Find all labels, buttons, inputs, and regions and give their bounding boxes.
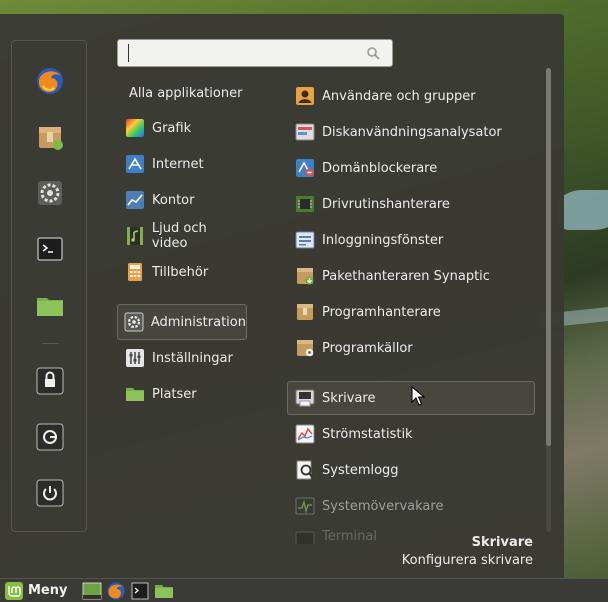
show-desktop-icon[interactable] bbox=[81, 580, 103, 602]
category-graphics[interactable]: Grafik bbox=[117, 111, 247, 145]
category-all-applications[interactable]: Alla applikationer bbox=[129, 86, 242, 101]
app-label: Skrivare bbox=[322, 390, 376, 406]
category-administration[interactable]: Administration bbox=[117, 304, 247, 340]
app-label: Systemlogg bbox=[322, 462, 399, 478]
app-label: Terminal bbox=[322, 529, 377, 544]
app-description-title: Skrivare bbox=[471, 535, 533, 550]
taskbar-firefox-icon[interactable] bbox=[105, 580, 127, 602]
category-label: Administration bbox=[150, 314, 246, 330]
app-label: Programhanterare bbox=[322, 304, 441, 320]
mouse-cursor-icon bbox=[411, 386, 425, 406]
app-disk-usage-analyzer[interactable]: Diskanvändningsanalysator bbox=[287, 115, 535, 149]
app-description-text: Konfigurera skrivare bbox=[401, 553, 533, 568]
login-window-icon bbox=[294, 229, 316, 251]
app-label: Diskanvändningsanalysator bbox=[322, 124, 502, 140]
logout-icon[interactable] bbox=[34, 421, 66, 453]
firefox-icon[interactable] bbox=[34, 65, 66, 97]
system-log-icon bbox=[294, 459, 316, 481]
taskbar: Meny bbox=[0, 578, 608, 602]
settings-icon bbox=[124, 347, 146, 369]
app-login-window[interactable]: Inloggningsfönster bbox=[287, 223, 535, 257]
office-icon bbox=[124, 189, 146, 211]
app-system-log[interactable]: Systemlogg bbox=[287, 453, 535, 487]
internet-icon bbox=[124, 153, 146, 175]
search-box[interactable] bbox=[117, 39, 393, 67]
lock-screen-icon[interactable] bbox=[34, 365, 66, 397]
category-label: Tillbehör bbox=[152, 264, 209, 280]
app-driver-manager[interactable]: Drivrutinshanterare bbox=[287, 187, 535, 221]
accessories-icon bbox=[124, 261, 146, 283]
administration-icon bbox=[124, 311, 145, 333]
app-label: Pakethanteraren Synaptic bbox=[322, 268, 490, 284]
app-power-statistics[interactable]: Strömstatistik bbox=[287, 417, 535, 451]
app-users-and-groups[interactable]: Användare och grupper bbox=[287, 79, 535, 113]
app-label: Drivrutinshanterare bbox=[322, 196, 450, 212]
menu-button[interactable]: Meny bbox=[4, 580, 67, 602]
search-input[interactable] bbox=[128, 44, 358, 62]
category-label: Internet bbox=[152, 156, 204, 172]
terminal-icon[interactable] bbox=[34, 233, 66, 265]
favorites-separator bbox=[42, 343, 58, 344]
category-label: Platser bbox=[152, 386, 197, 402]
category-internet[interactable]: Internet bbox=[117, 147, 247, 181]
app-label: Inloggningsfönster bbox=[322, 232, 444, 248]
mint-logo-icon bbox=[5, 581, 23, 600]
folder-icon bbox=[124, 383, 146, 405]
software-sources-icon bbox=[294, 337, 316, 359]
graphics-icon bbox=[124, 117, 146, 139]
driver-manager-icon bbox=[294, 193, 316, 215]
menu-button-label: Meny bbox=[28, 583, 68, 598]
folder-icon[interactable] bbox=[34, 289, 66, 321]
application-menu: Alla applikationer Grafik Internet Konto… bbox=[0, 14, 564, 578]
system-monitor-icon bbox=[294, 495, 316, 517]
app-software-sources[interactable]: Programkällor bbox=[287, 331, 535, 365]
category-label: Ljud och video bbox=[151, 221, 207, 251]
app-system-monitor[interactable]: Systemövervakare bbox=[287, 489, 535, 523]
app-label: Domänblockerare bbox=[322, 160, 438, 176]
wallpaper-lake bbox=[558, 190, 608, 230]
software-manager-icon bbox=[294, 301, 316, 323]
category-settings[interactable]: Inställningar bbox=[117, 341, 247, 375]
multimedia-icon bbox=[124, 225, 146, 247]
terminal-icon bbox=[294, 529, 316, 544]
domain-blocker-icon bbox=[294, 157, 316, 179]
app-domain-blocker[interactable]: Domänblockerare bbox=[287, 151, 535, 185]
category-office[interactable]: Kontor bbox=[117, 183, 247, 217]
printer-icon bbox=[294, 387, 316, 409]
category-multimedia[interactable]: Ljud och video bbox=[117, 219, 247, 253]
shutdown-icon[interactable] bbox=[34, 477, 66, 509]
taskbar-folder-icon[interactable] bbox=[153, 580, 175, 602]
settings-gear-icon[interactable] bbox=[34, 177, 66, 209]
search-icon bbox=[366, 46, 380, 64]
category-accessories[interactable]: Tillbehör bbox=[117, 255, 247, 289]
synaptic-icon bbox=[294, 265, 316, 287]
app-label: Användare och grupper bbox=[322, 88, 476, 104]
app-label: Strömstatistik bbox=[322, 426, 413, 442]
category-label: Inställningar bbox=[152, 350, 233, 366]
app-synaptic[interactable]: Pakethanteraren Synaptic bbox=[287, 259, 535, 293]
category-label: Kontor bbox=[152, 192, 195, 208]
software-manager-fav-icon[interactable] bbox=[34, 121, 66, 153]
category-label: Grafik bbox=[152, 120, 192, 136]
app-software-manager[interactable]: Programhanterare bbox=[287, 295, 535, 329]
scrollbar-thumb[interactable] bbox=[546, 68, 551, 446]
disk-usage-icon bbox=[294, 121, 316, 143]
taskbar-terminal-icon[interactable] bbox=[129, 580, 151, 602]
power-statistics-icon bbox=[294, 423, 316, 445]
app-label: Programkällor bbox=[322, 340, 413, 356]
favorites-sidebar bbox=[11, 40, 87, 532]
app-label: Systemövervakare bbox=[322, 498, 444, 514]
category-places[interactable]: Platser bbox=[117, 377, 247, 411]
users-icon bbox=[294, 85, 316, 107]
